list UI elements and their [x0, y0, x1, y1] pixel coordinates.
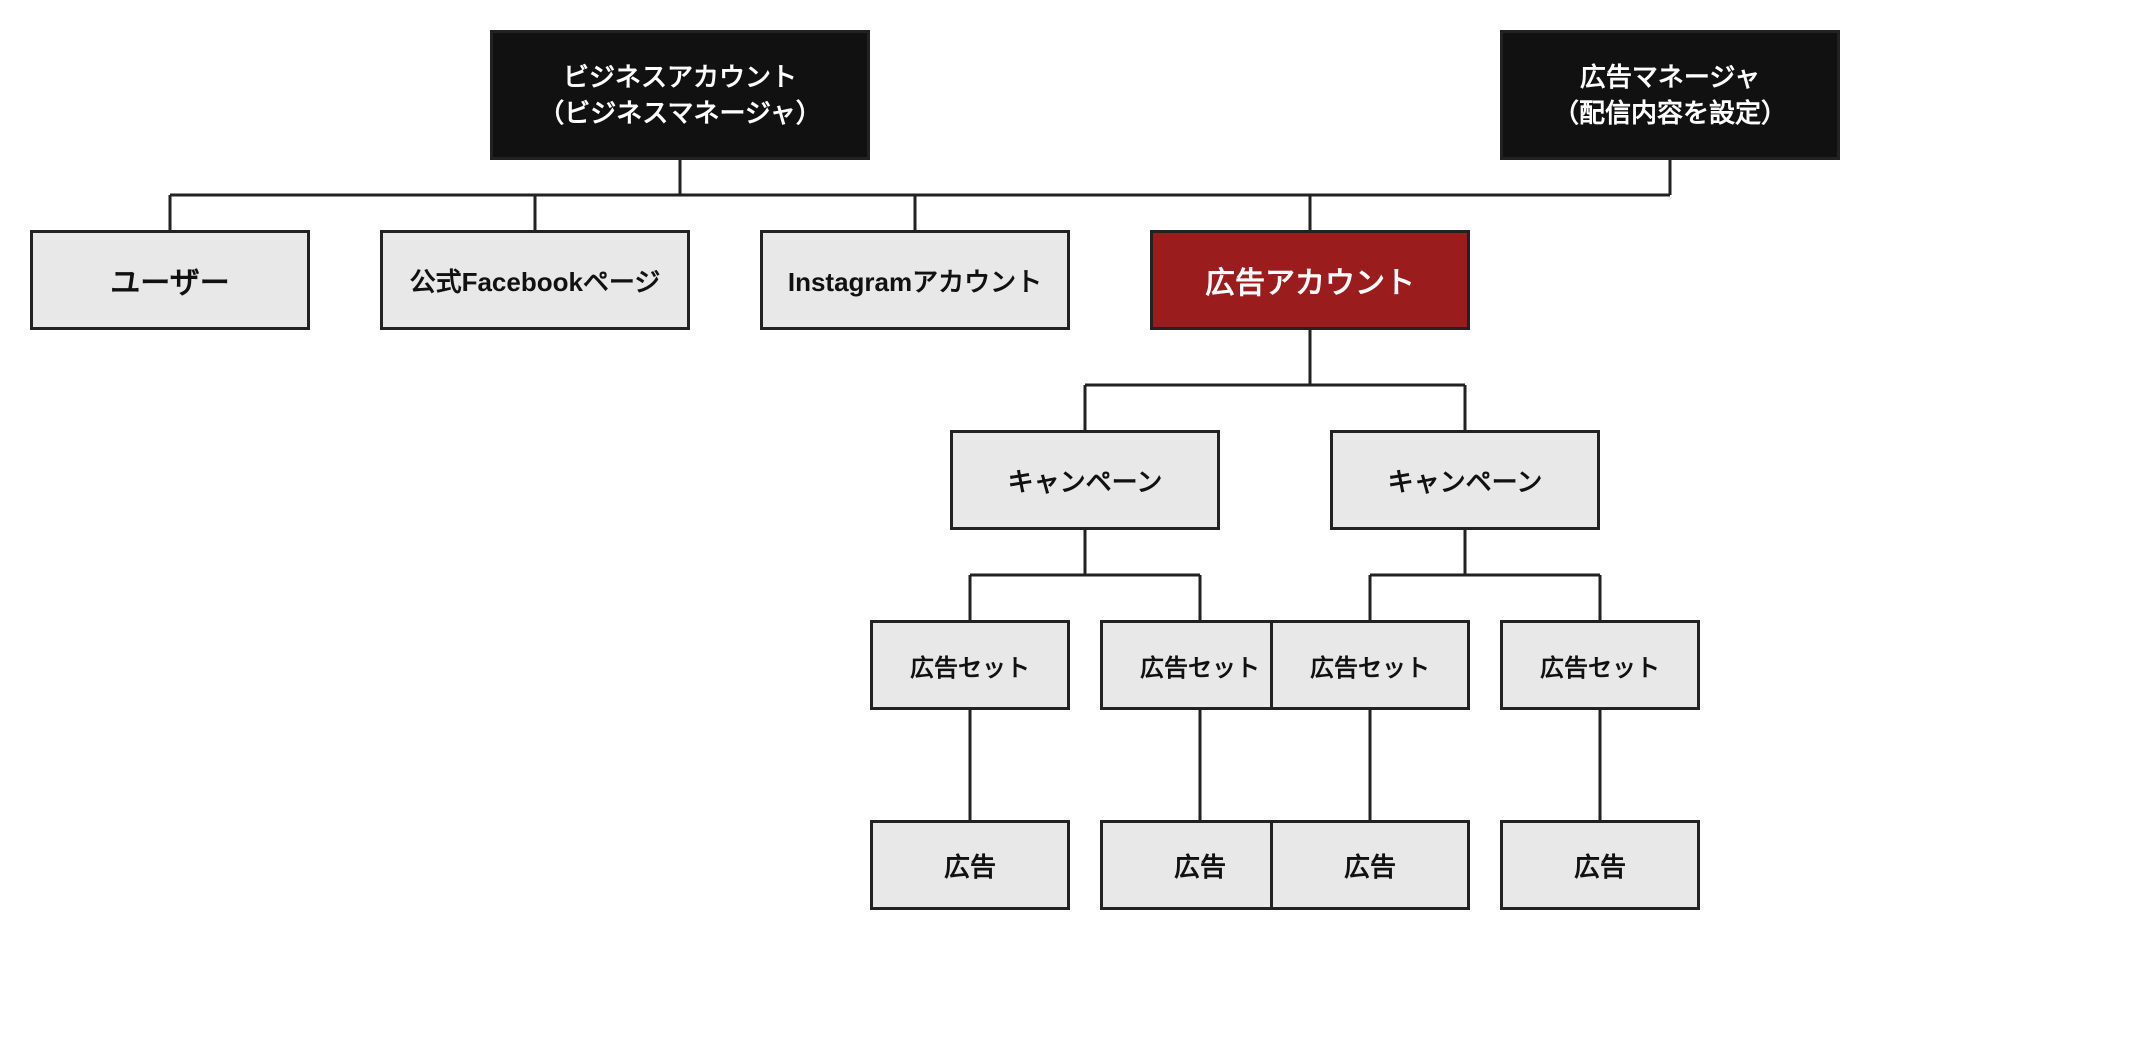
facebook-page-label: 公式Facebookページ — [410, 262, 661, 299]
ad2-label: 広告 — [1174, 847, 1226, 884]
business-account-node: ビジネスアカウント （ビジネスマネージャ） — [490, 30, 870, 160]
ad-manager-label: 広告マネージャ （配信内容を設定） — [1553, 59, 1787, 132]
diagram: ビジネスアカウント （ビジネスマネージャ） 広告マネージャ （配信内容を設定） … — [0, 0, 2153, 1060]
adset1-label: 広告セット — [910, 648, 1030, 683]
adset3-node: 広告セット — [1270, 620, 1470, 710]
instagram-node: Instagramアカウント — [760, 230, 1070, 330]
campaign2-node: キャンペーン — [1330, 430, 1600, 530]
campaign2-label: キャンペーン — [1388, 462, 1543, 499]
user-label: ユーザー — [110, 258, 229, 302]
ad4-label: 広告 — [1574, 847, 1626, 884]
ad3-node: 広告 — [1270, 820, 1470, 910]
ad-manager-node: 広告マネージャ （配信内容を設定） — [1500, 30, 1840, 160]
ad3-label: 広告 — [1344, 847, 1396, 884]
adset4-label: 広告セット — [1540, 648, 1660, 683]
adset2-label: 広告セット — [1140, 648, 1260, 683]
facebook-page-node: 公式Facebookページ — [380, 230, 690, 330]
adset4-node: 広告セット — [1500, 620, 1700, 710]
campaign1-node: キャンペーン — [950, 430, 1220, 530]
campaign1-label: キャンペーン — [1008, 462, 1163, 499]
user-node: ユーザー — [30, 230, 310, 330]
ad1-label: 広告 — [944, 847, 996, 884]
ad1-node: 広告 — [870, 820, 1070, 910]
instagram-label: Instagramアカウント — [788, 262, 1042, 299]
ad-account-label: 広告アカウント — [1205, 258, 1415, 302]
ad-account-node: 広告アカウント — [1150, 230, 1470, 330]
business-account-label: ビジネスアカウント （ビジネスマネージャ） — [538, 59, 821, 132]
ad4-node: 広告 — [1500, 820, 1700, 910]
adset1-node: 広告セット — [870, 620, 1070, 710]
adset3-label: 広告セット — [1310, 648, 1430, 683]
